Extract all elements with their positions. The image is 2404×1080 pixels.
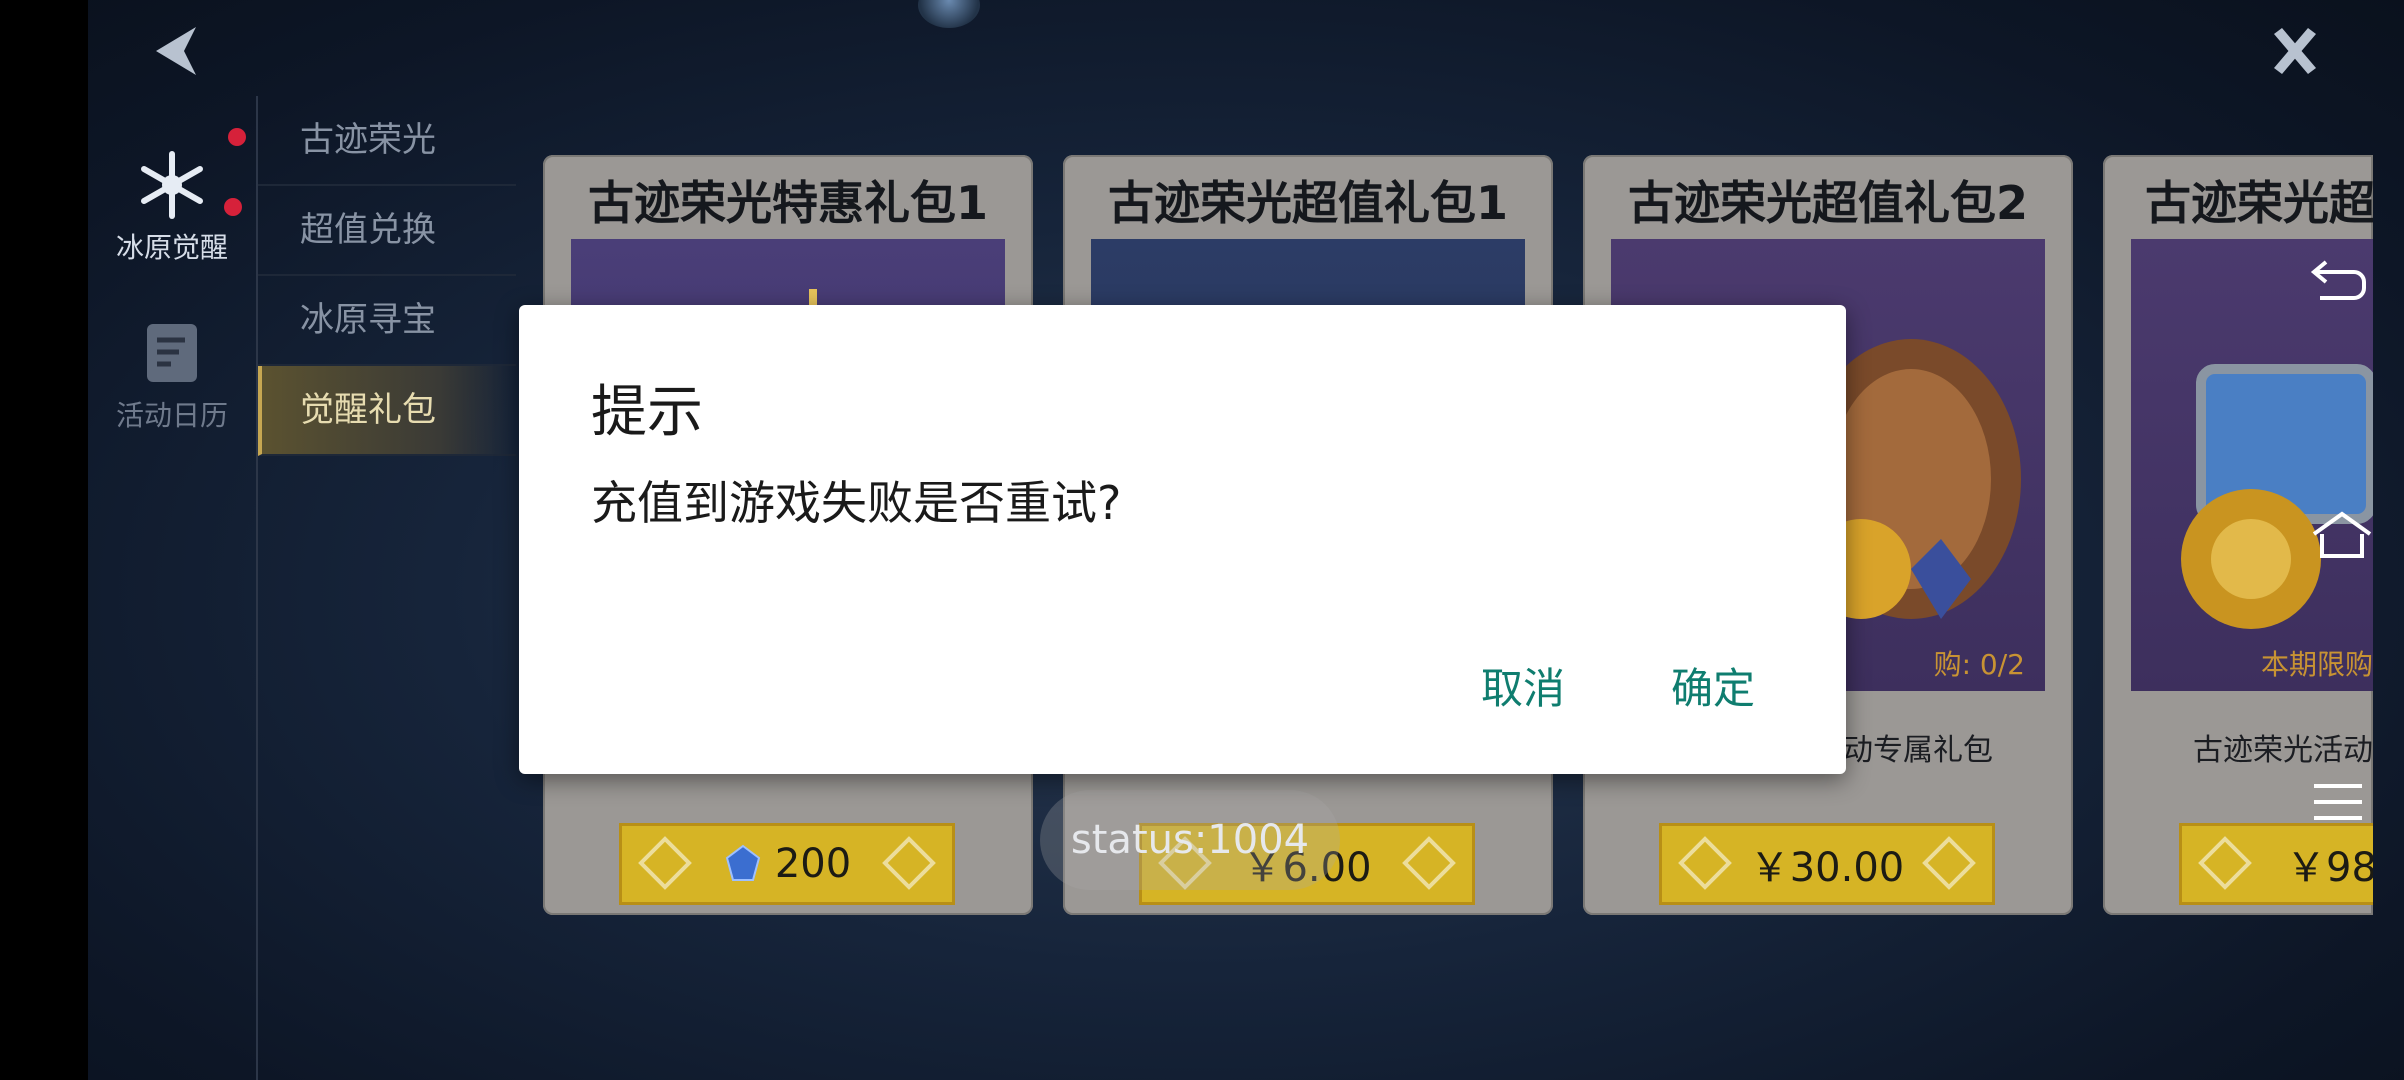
side-rail: 冰原觉醒 活动日历 bbox=[88, 0, 256, 1080]
game-screen: 冰原觉醒 活动日历 古迹荣光 超值兑换 冰原寻宝 觉醒礼包 古迹荣光特惠礼包1 bbox=[0, 0, 2404, 1080]
diamond-deco-icon bbox=[1402, 836, 1456, 890]
sub-nav-label: 觉醒礼包 bbox=[300, 390, 436, 430]
return-icon bbox=[2310, 260, 2366, 300]
sub-nav-item-value-exchange[interactable]: 超值兑换 bbox=[258, 186, 516, 276]
home-nav-button[interactable] bbox=[2310, 510, 2374, 566]
dialog-message: 充值到游戏失败是否重试? bbox=[591, 476, 1122, 530]
home-icon bbox=[2312, 511, 2372, 558]
rail-item-label: 活动日历 bbox=[115, 399, 228, 432]
price-button[interactable]: 200 bbox=[619, 823, 955, 905]
sub-nav-label: 古迹荣光 bbox=[300, 120, 436, 160]
calendar-book-icon bbox=[147, 324, 197, 382]
diamond-deco-icon bbox=[638, 836, 692, 890]
menu-nav-button[interactable] bbox=[2310, 780, 2366, 828]
top-orb-icon bbox=[918, 0, 980, 28]
price-label: ￥30.00 bbox=[1749, 845, 1905, 891]
sub-nav-label: 冰原寻宝 bbox=[300, 300, 436, 340]
sub-nav-item-awakening-pack[interactable]: 觉醒礼包 bbox=[258, 366, 516, 456]
dialog-title: 提示 bbox=[591, 380, 703, 445]
snowflake-icon bbox=[141, 151, 203, 219]
menu-icon bbox=[2314, 784, 2362, 820]
notification-dot bbox=[228, 128, 246, 146]
close-icon bbox=[2274, 28, 2316, 74]
price-button[interactable]: ￥30.00 bbox=[1659, 823, 1995, 905]
retry-dialog: 提示 充值到游戏失败是否重试? 取消 确定 bbox=[519, 305, 1846, 774]
sub-nav-item-ancient-glory[interactable]: 古迹荣光 bbox=[258, 96, 516, 186]
cancel-button[interactable]: 取消 bbox=[1481, 655, 1565, 716]
rail-item-label: 冰原觉醒 bbox=[115, 231, 228, 264]
floating-nav bbox=[2290, 240, 2380, 860]
rail-item-activity-calendar[interactable]: 活动日历 bbox=[110, 318, 234, 434]
sub-nav-label: 超值兑换 bbox=[300, 210, 436, 250]
diamond-deco-icon bbox=[882, 836, 936, 890]
confirm-button[interactable]: 确定 bbox=[1671, 655, 1755, 716]
status-toast: status:1004 bbox=[1040, 790, 1340, 890]
crystal-icon bbox=[725, 844, 760, 881]
sub-nav: 古迹荣光 超值兑换 冰原寻宝 觉醒礼包 bbox=[224, 96, 516, 1080]
letterbox-bar bbox=[0, 0, 88, 1080]
card-title: 古迹荣光超 bbox=[2145, 176, 2373, 230]
card-title: 古迹荣光超值礼包1 bbox=[1107, 176, 1508, 230]
notification-dot bbox=[224, 198, 242, 216]
price-label: 200 bbox=[774, 841, 852, 887]
diamond-deco-icon bbox=[1922, 836, 1976, 890]
back-nav-button[interactable] bbox=[2310, 258, 2366, 306]
rail-item-ice-awakening[interactable]: 冰原觉醒 bbox=[110, 128, 246, 266]
card-title: 古迹荣光特惠礼包1 bbox=[587, 176, 988, 230]
diamond-deco-icon bbox=[1678, 836, 1732, 890]
close-button[interactable] bbox=[2260, 18, 2330, 84]
diamond-deco-icon bbox=[2198, 836, 2252, 890]
sub-nav-item-ice-treasure[interactable]: 冰原寻宝 bbox=[224, 198, 516, 366]
card-title: 古迹荣光超值礼包2 bbox=[1627, 176, 2028, 230]
